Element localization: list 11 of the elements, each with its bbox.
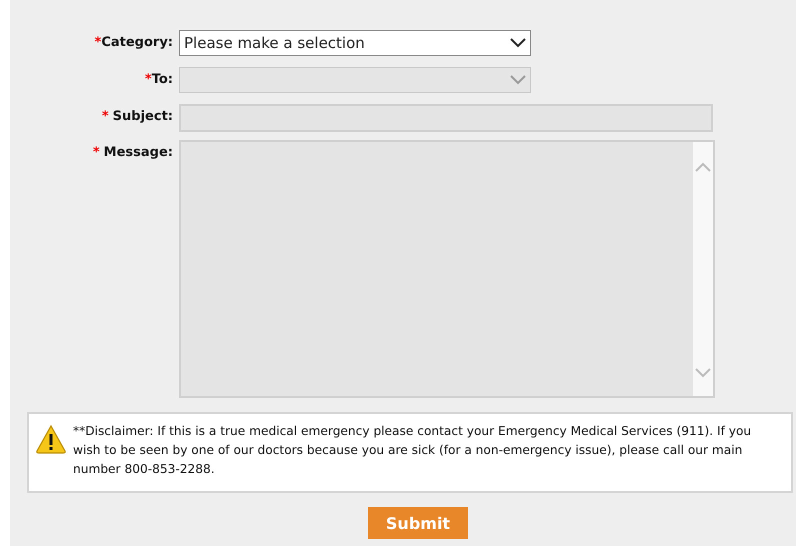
chevron-icon [510, 75, 526, 85]
chevron-icon [510, 38, 526, 48]
select-field[interactable]: Please make a selection [179, 30, 531, 56]
chevron-icon [695, 162, 711, 172]
field-label: *To: [144, 71, 174, 87]
field-label: * Subject: [100, 108, 174, 124]
chevron-icon [695, 368, 711, 378]
field-label: * Message: [92, 144, 174, 160]
field-label: *Category: [94, 34, 174, 50]
disclaimer-text: **Disclaimer: If this is a true medical emergency please contact your Emergency Medical Services (911). If you wish to be seen by one of our doctors because you are sick (for a non-emergency issue), please call our main number 800-853-2288. [73, 423, 752, 478]
warning-icon [35, 424, 67, 454]
